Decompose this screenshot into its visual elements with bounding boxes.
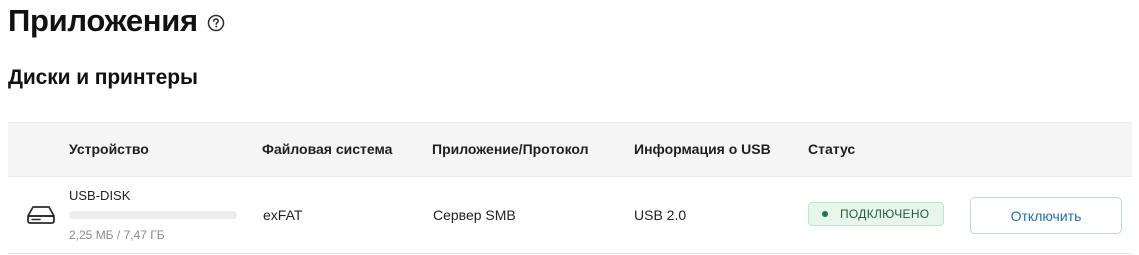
storage-usage-bar (69, 211, 237, 219)
column-header-filesystem: Файловая система (262, 141, 393, 157)
column-header-usb-info: Информация о USB (634, 141, 771, 157)
status-dot-icon (822, 211, 828, 217)
protocol-value: Сервер SMB (433, 207, 516, 223)
page-title: Приложения (8, 3, 198, 38)
column-header-device: Устройство (69, 141, 149, 157)
table-header: Устройство Файловая система Приложение/П… (8, 122, 1132, 176)
column-header-protocol: Приложение/Протокол (432, 141, 589, 157)
storage-usage-text: 2,25 МБ / 7,47 ГБ (69, 228, 165, 242)
filesystem-value: exFAT (263, 207, 303, 223)
status-badge: ПОДКЛЮЧЕНО (808, 202, 944, 226)
device-name: USB-DISK (69, 188, 131, 203)
section-title: Диски и принтеры (8, 66, 198, 89)
page-header: Приложения (8, 0, 225, 42)
question-circle-icon[interactable] (207, 14, 225, 32)
table-row: USB-DISK 2,25 МБ / 7,47 ГБ exFAT Сервер … (8, 176, 1132, 254)
devices-table: Устройство Файловая система Приложение/П… (8, 122, 1132, 254)
column-header-status: Статус (808, 141, 856, 157)
status-text: ПОДКЛЮЧЕНО (840, 207, 930, 221)
disconnect-button[interactable]: Отключить (970, 197, 1122, 234)
hard-drive-icon (26, 204, 56, 226)
usb-info-value: USB 2.0 (634, 207, 687, 223)
